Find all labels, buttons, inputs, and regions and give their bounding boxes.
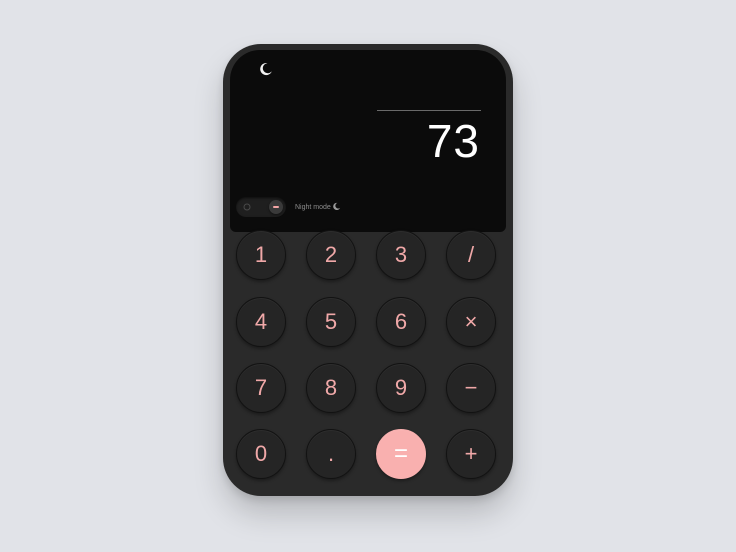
key-6[interactable]: 6 — [376, 297, 426, 347]
key-5[interactable]: 5 — [306, 297, 356, 347]
key-subtract[interactable]: − — [446, 363, 496, 413]
toggle-indicator — [273, 206, 279, 208]
night-mode-toggle[interactable] — [236, 197, 286, 217]
key-decimal[interactable]: . — [306, 429, 356, 479]
moon-icon — [333, 202, 341, 211]
toggle-knob[interactable] — [269, 200, 283, 214]
key-divide[interactable]: / — [446, 230, 496, 280]
result-display: 73 — [426, 115, 480, 167]
key-0[interactable]: 0 — [236, 429, 286, 479]
crescent-moon-icon — [260, 63, 272, 76]
calculator-device: 73 Night mode 1 2 3 / 4 5 6 × 7 8 9 − 0 … — [223, 44, 513, 496]
night-mode-label: Night mode — [295, 204, 331, 211]
key-equals[interactable]: = — [376, 429, 426, 479]
expression-divider — [377, 110, 481, 111]
key-4[interactable]: 4 — [236, 297, 286, 347]
key-1[interactable]: 1 — [236, 230, 286, 280]
key-7[interactable]: 7 — [236, 363, 286, 413]
sun-icon — [243, 203, 251, 211]
key-2[interactable]: 2 — [306, 230, 356, 280]
key-multiply[interactable]: × — [446, 297, 496, 347]
key-8[interactable]: 8 — [306, 363, 356, 413]
key-9[interactable]: 9 — [376, 363, 426, 413]
key-3[interactable]: 3 — [376, 230, 426, 280]
key-add[interactable]: + — [446, 429, 496, 479]
